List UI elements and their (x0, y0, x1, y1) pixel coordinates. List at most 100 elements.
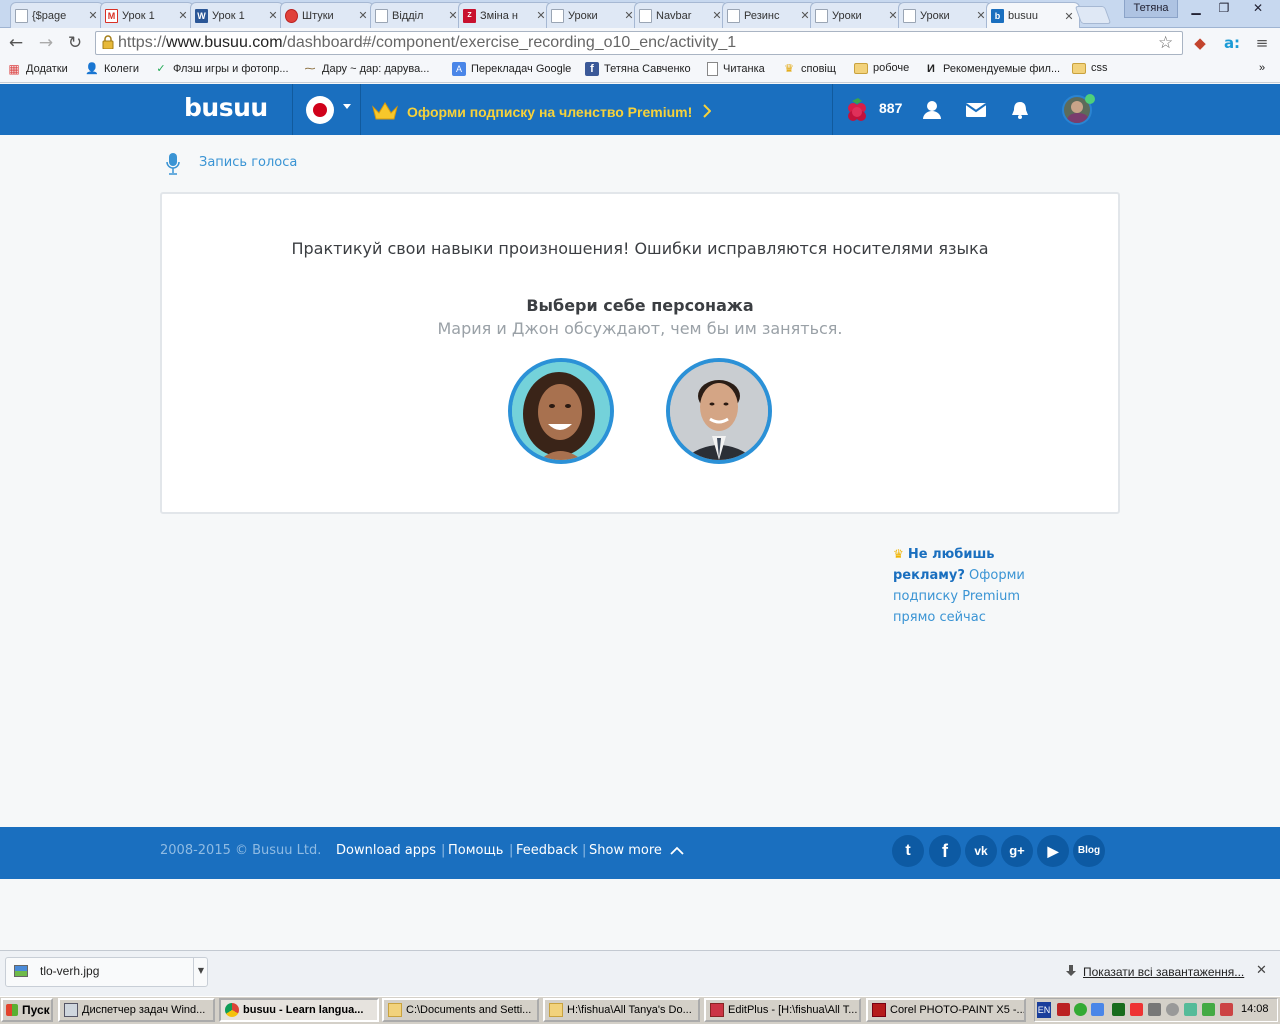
footer-link-download-apps[interactable]: Download apps (336, 843, 436, 858)
close-icon[interactable]: ✕ (177, 9, 189, 22)
browser-tab[interactable]: Штуки ✕ (280, 2, 374, 28)
address-bar[interactable]: https://www.busuu.com/dashboard#/compone… (95, 31, 1183, 55)
footer-link-feedback[interactable]: Feedback (516, 843, 578, 858)
browser-tab[interactable]: Відділ ✕ (370, 2, 464, 28)
bookmark-item[interactable]: ✓ Флэш игры и фотопр... (154, 62, 288, 76)
tray-icon[interactable] (1184, 1003, 1197, 1016)
show-all-downloads-link[interactable]: Показати всі завантаження... (1083, 965, 1244, 979)
mail-icon[interactable] (965, 100, 987, 120)
vk-icon[interactable]: vk (965, 835, 997, 867)
google-plus-icon[interactable]: g+ (1001, 835, 1033, 867)
bookmark-item[interactable]: робоче (854, 62, 909, 74)
taskbar-item[interactable]: Диспетчер задач Wind... (58, 998, 215, 1022)
extension-icon[interactable]: ◆ (1190, 33, 1210, 53)
tray-icon[interactable] (1220, 1003, 1233, 1016)
editplus-icon (710, 1003, 724, 1017)
bookmark-item[interactable]: ⁓ Дару ~ дар: дарува... (303, 62, 430, 76)
browser-tab[interactable]: M Урок 1 ✕ (100, 2, 194, 28)
browser-tab[interactable]: Z Зміна н ✕ (458, 2, 552, 28)
network-icon[interactable] (1091, 1003, 1104, 1016)
browser-tab[interactable]: Уроки ✕ (810, 2, 904, 28)
bookmark-item[interactable]: A Перекладач Google (452, 62, 571, 76)
bookmark-item[interactable]: ♛ сповіщ (782, 62, 836, 76)
taskbar-item[interactable]: C:\Documents and Setti... (382, 998, 539, 1022)
microphone-icon (166, 153, 180, 175)
znu-icon: Z (463, 8, 476, 23)
footer-link-show-more[interactable]: Show more (589, 843, 662, 858)
bookmarks-overflow-icon[interactable]: » (1259, 62, 1265, 74)
reload-icon[interactable]: ↻ (64, 32, 86, 54)
app-tray-icon[interactable] (1112, 1003, 1125, 1016)
close-icon[interactable]: ✕ (87, 9, 99, 22)
busuu-logo[interactable]: busuu (184, 93, 268, 122)
amazon-extension-icon[interactable]: a: (1222, 33, 1242, 53)
facebook-icon[interactable]: f (929, 835, 961, 867)
bookmark-item[interactable]: css (1072, 62, 1108, 74)
profile-button[interactable]: Тетяна (1124, 0, 1178, 18)
bookmark-item[interactable]: И Рекомендуемые фил... (924, 62, 1060, 76)
window-close-icon[interactable]: ✕ (1238, 0, 1278, 18)
blog-link[interactable]: Blog (1073, 835, 1105, 867)
taskbar-item-active[interactable]: busuu - Learn langua... (219, 998, 379, 1022)
taskbar-item[interactable]: Corel PHOTO-PAINT X5 -... (866, 998, 1026, 1022)
antivirus-icon[interactable] (1057, 1003, 1070, 1016)
twitter-icon[interactable]: t (892, 835, 924, 867)
chevron-right-icon[interactable] (702, 104, 711, 118)
close-icon[interactable]: ✕ (267, 9, 279, 22)
browser-tab[interactable]: W Урок 1 ✕ (190, 2, 284, 28)
gift-icon: ⁓ (304, 63, 316, 75)
character-maria-avatar[interactable] (508, 358, 614, 464)
chevron-up-icon[interactable] (670, 846, 684, 856)
new-tab-button[interactable] (1074, 6, 1112, 24)
bookmark-item[interactable]: Читанка (707, 62, 765, 76)
utorrent-icon[interactable] (1074, 1003, 1087, 1016)
bookmark-star-icon[interactable]: ☆ (1158, 33, 1173, 53)
maria-portrait-image (512, 362, 610, 460)
clock-app-icon[interactable] (1166, 1003, 1179, 1016)
character-john-avatar[interactable] (666, 358, 772, 464)
close-icon[interactable]: ✕ (357, 9, 369, 22)
profile-icon[interactable] (921, 100, 943, 120)
input-language-indicator[interactable]: EN (1037, 1002, 1051, 1018)
tray-icon[interactable] (1202, 1003, 1215, 1016)
footer-separator: | (582, 843, 587, 858)
footer-link-help[interactable]: Помощь (448, 843, 503, 858)
browser-tab[interactable]: Navbar ✕ (634, 2, 728, 28)
chevron-down-icon[interactable] (343, 104, 351, 109)
taskbar-item[interactable]: EditPlus - [H:\fishua\All T... (704, 998, 861, 1022)
download-filename[interactable]: tlo-verh.jpg (40, 964, 99, 978)
browser-tab[interactable]: Уроки ✕ (898, 2, 992, 28)
breadcrumb-voice-recording[interactable]: Запись голоса (199, 155, 297, 170)
browser-tab[interactable]: Резинс ✕ (722, 2, 816, 28)
browser-tab-active[interactable]: b busuu ✕ (986, 2, 1080, 29)
browser-tab[interactable]: Уроки ✕ (546, 2, 640, 28)
taskbar-item[interactable]: H:\fishua\All Tanya's Do... (543, 998, 700, 1022)
pdf-tray-icon[interactable] (1130, 1003, 1143, 1016)
bookmark-item[interactable]: 👤 Колеги (85, 62, 139, 76)
download-item[interactable] (5, 957, 208, 987)
minimize-icon[interactable]: ▁ (1182, 0, 1210, 18)
close-icon[interactable]: ✕ (1063, 10, 1075, 23)
bell-icon[interactable] (1009, 100, 1031, 120)
bookmark-item[interactable]: f Тетяна Савченко (585, 62, 691, 76)
bookmark-item[interactable]: ▦ Додатки (7, 62, 67, 76)
course-language-flag-icon[interactable] (306, 96, 334, 124)
footer-separator: | (509, 843, 514, 858)
busuu-icon: b (991, 9, 1004, 23)
forward-arrow-icon[interactable]: → (35, 32, 57, 54)
header-divider (292, 84, 293, 135)
doc-icon (15, 8, 28, 23)
points-counter[interactable]: 887 (879, 100, 902, 116)
start-button[interactable]: Пуск (1, 998, 53, 1022)
youtube-icon[interactable]: ▶ (1037, 835, 1069, 867)
close-download-bar-icon[interactable]: ✕ (1256, 963, 1267, 978)
back-arrow-icon[interactable]: ← (5, 32, 27, 54)
download-options-icon[interactable]: ▼ (193, 958, 208, 986)
menu-icon[interactable]: ≡ (1252, 33, 1272, 53)
premium-promo-link[interactable]: Оформи подписку на членство Premium! (407, 104, 692, 120)
browser-tab[interactable]: {$page ✕ (10, 2, 104, 28)
restore-icon[interactable]: ❐ (1210, 0, 1238, 18)
taskbar-clock[interactable]: 14:08 (1241, 1003, 1269, 1015)
volume-icon[interactable] (1148, 1003, 1161, 1016)
url-host: www.busuu.com (166, 34, 283, 51)
